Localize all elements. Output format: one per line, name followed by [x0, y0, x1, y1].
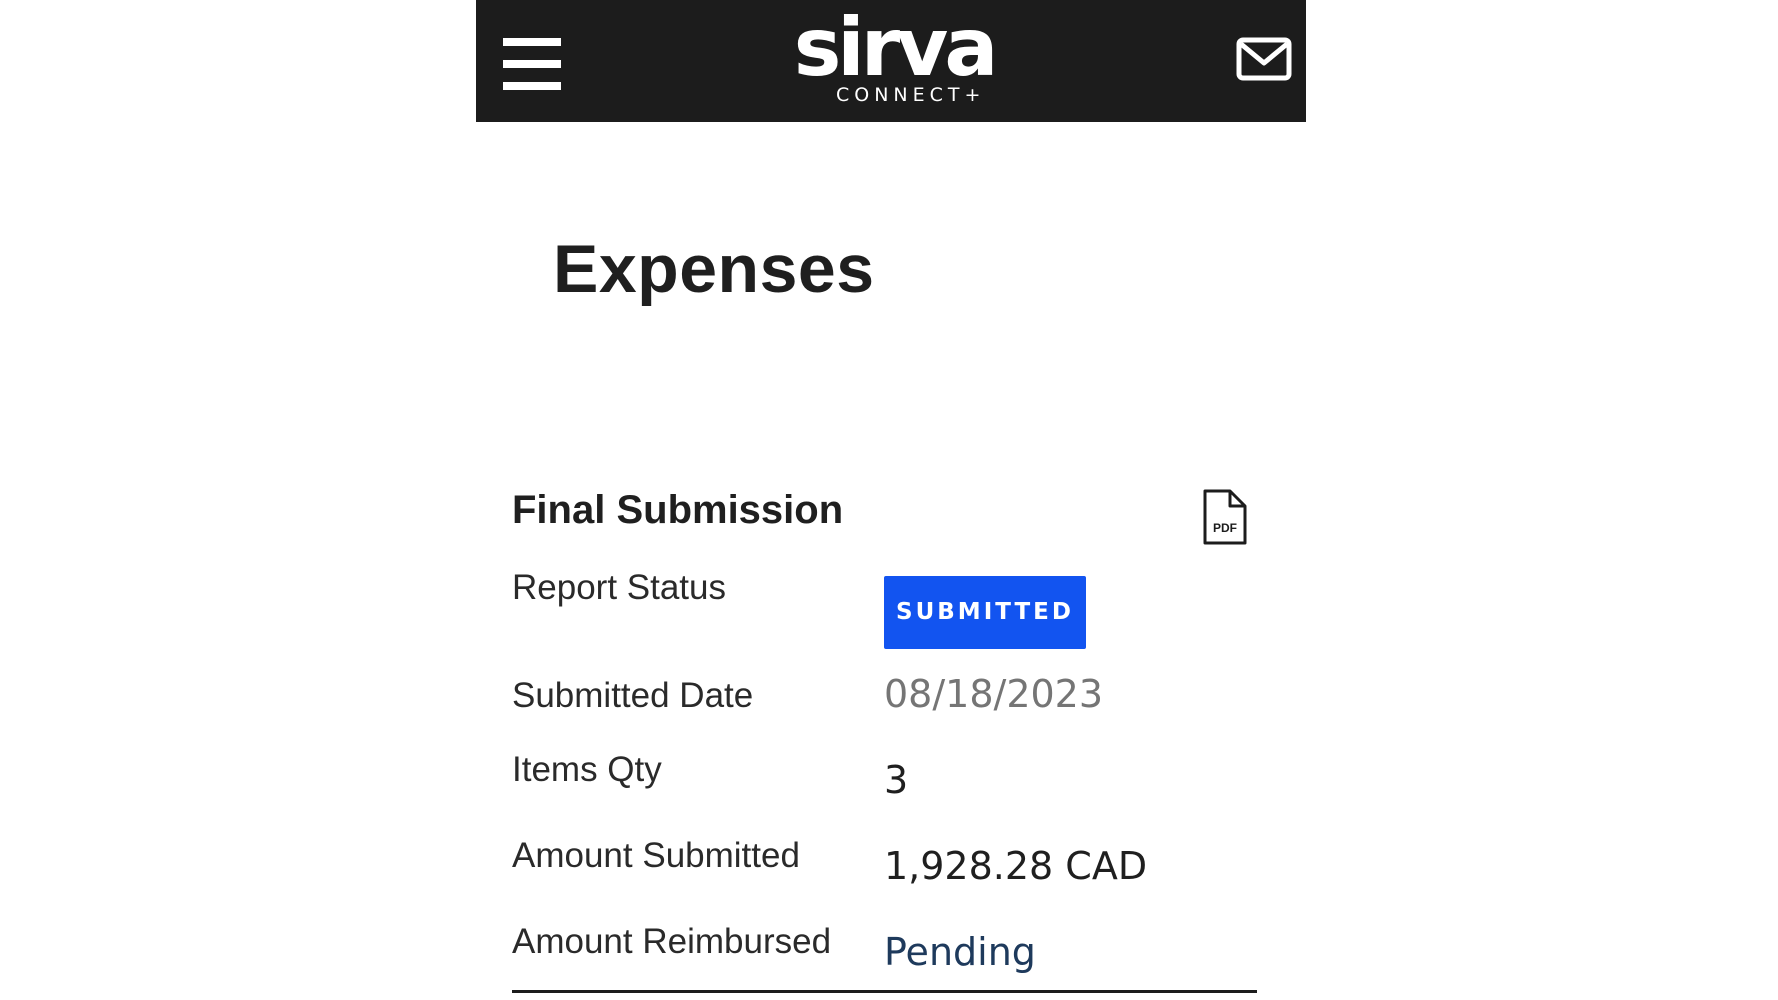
sirva-logo[interactable]: sirva CONNECT+: [776, 6, 1012, 116]
amount-submitted-label: Amount Submitted: [512, 836, 800, 875]
pdf-label: PDF: [1213, 521, 1237, 535]
page-title: Expenses: [553, 231, 875, 307]
card-title: Final Submission: [512, 488, 844, 532]
amount-reimbursed-value: Pending: [884, 930, 1036, 974]
amount-reimbursed-label: Amount Reimbursed: [512, 922, 832, 961]
items-qty-value: 3: [884, 758, 909, 802]
logo-wordmark: sirva: [793, 1, 999, 94]
divider: [512, 990, 1257, 993]
pdf-file-icon[interactable]: PDF: [1202, 488, 1248, 546]
hamburger-menu-icon[interactable]: [503, 38, 561, 90]
submitted-date-value: 08/18/2023: [884, 672, 1104, 716]
top-bar: sirva CONNECT+: [476, 0, 1306, 122]
envelope-icon[interactable]: [1236, 36, 1292, 84]
report-status-label: Report Status: [512, 568, 726, 607]
app-screen: sirva CONNECT+ Expenses Final Submission…: [476, 0, 1306, 1000]
items-qty-label: Items Qty: [512, 750, 662, 789]
status-badge: SUBMITTED: [884, 576, 1086, 649]
amount-submitted-value: 1,928.28 CAD: [884, 844, 1148, 888]
submitted-date-label: Submitted Date: [512, 676, 754, 715]
